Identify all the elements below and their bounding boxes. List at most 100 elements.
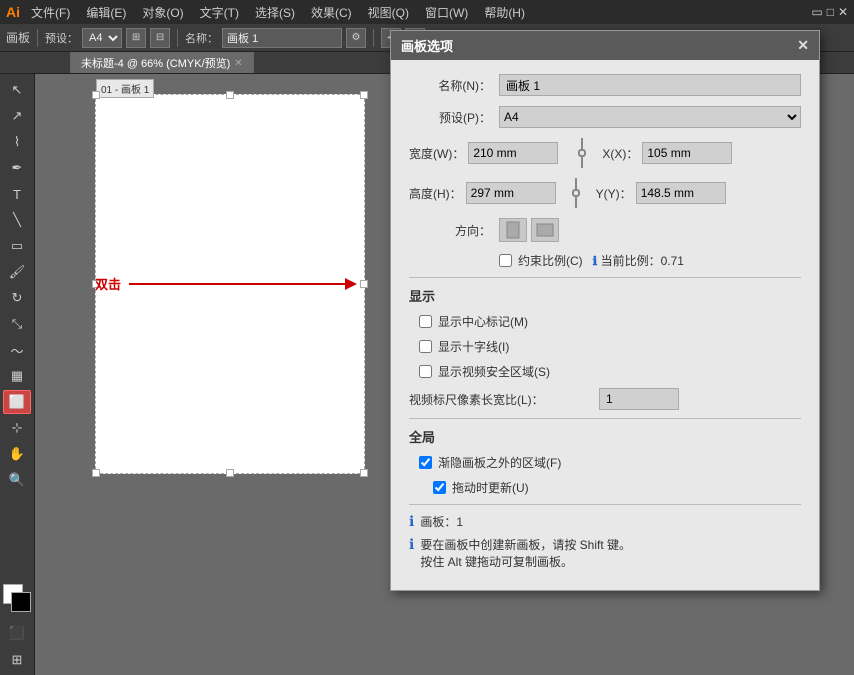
tool-line[interactable]: ╲	[3, 208, 31, 232]
handle-bottom-left[interactable]	[92, 469, 100, 477]
tool-change-screen[interactable]: ⊞	[3, 648, 31, 672]
dialog-y-field: Y(Y)：	[596, 178, 726, 208]
artboard[interactable]: 01 - 画板 1	[95, 94, 365, 474]
fade-outside-label: 渐隐画板之外的区域(F)	[438, 454, 561, 471]
dialog-y-label: Y(Y)：	[596, 185, 632, 202]
menu-window[interactable]: 窗口(W)	[422, 4, 471, 21]
tool-lasso[interactable]: ⌇	[3, 130, 31, 154]
tab-close-icon[interactable]: ✕	[234, 58, 242, 69]
dialog-x-label: X(X)：	[602, 145, 638, 162]
tool-pen[interactable]: ✒	[3, 156, 31, 180]
show-center-label: 显示中心标记(M)	[438, 313, 528, 330]
landscape-btn[interactable]	[531, 218, 559, 242]
orientation-label: 方向：	[409, 222, 499, 239]
info-icon-1: ℹ	[409, 513, 414, 530]
name-input[interactable]	[222, 28, 342, 48]
toolbar-btn-2[interactable]: ⊟	[150, 28, 170, 48]
info-text-2: 要在画板中创建新画板，请按 Shift 键。 按住 Alt 键拖动可复制画板。	[420, 536, 631, 570]
tools-panel: ↖ ↗ ⌇ ✒ T ╲ ▭ 🖌 ↻ ⤡ 〜 ▦ ⬜ ⊹ ✋ 🔍 ⬛ ⊞	[0, 74, 35, 675]
info-row-1: ℹ 画板：1	[409, 513, 801, 530]
handle-top-right[interactable]	[360, 91, 368, 99]
handle-top-left[interactable]	[92, 91, 100, 99]
show-center-checkbox[interactable]	[419, 315, 432, 328]
video-ratio-row: 视频标尺像素长宽比(L)：	[409, 388, 801, 410]
tool-graph[interactable]: ▦	[3, 364, 31, 388]
divider-3	[409, 504, 801, 505]
tool-direct-select[interactable]: ↗	[3, 104, 31, 128]
tool-rotate[interactable]: ↻	[3, 286, 31, 310]
menu-file[interactable]: 文件(F)	[28, 4, 73, 21]
dialog-height-input[interactable]	[466, 182, 556, 204]
color-swatches	[0, 580, 35, 616]
menu-edit[interactable]: 编辑(E)	[83, 4, 129, 21]
tool-zoom[interactable]: 🔍	[3, 468, 31, 492]
link-icon	[572, 138, 592, 168]
menu-effect[interactable]: 效果(C)	[308, 4, 355, 21]
dialog-preset-select[interactable]: A4	[499, 106, 801, 128]
stroke-swatch[interactable]	[11, 592, 31, 612]
handle-middle-left[interactable]	[92, 280, 100, 288]
window-close-icon[interactable]: ✕	[838, 5, 848, 19]
dialog-y-input[interactable]	[636, 182, 726, 204]
dialog-name-row: 名称(N)：	[409, 74, 801, 96]
toolbar-btn-1[interactable]: ⊞	[126, 28, 146, 48]
handle-bottom-middle[interactable]	[226, 469, 234, 477]
tool-hand[interactable]: ✋	[3, 442, 31, 466]
toolbar-separator-2	[177, 29, 178, 47]
tool-scale[interactable]: ⤡	[3, 312, 31, 336]
update-drag-row: 拖动时更新(U)	[433, 479, 801, 496]
handle-bottom-right[interactable]	[360, 469, 368, 477]
artboard-options-dialog: 画板选项 ✕ 名称(N)： 预设(P)： A4 宽度(W)：	[390, 30, 820, 591]
handle-middle-right[interactable]	[360, 280, 368, 288]
dialog-close-btn[interactable]: ✕	[797, 37, 809, 54]
menu-bar: 文件(F) 编辑(E) 对象(O) 文字(T) 选择(S) 效果(C) 视图(Q…	[28, 4, 528, 21]
tool-screen-mode[interactable]: ⬛	[3, 621, 31, 645]
document-tab[interactable]: 未标题-4 @ 66% (CMYK/预览) ✕	[70, 52, 254, 73]
dialog-title-text: 画板选项	[401, 36, 453, 55]
fill-stroke-swatches[interactable]	[3, 584, 31, 612]
show-cross-checkbox[interactable]	[419, 340, 432, 353]
show-video-label: 显示视频安全区域(S)	[438, 363, 550, 380]
tool-warp[interactable]: 〜	[3, 338, 31, 362]
window-minimize-icon[interactable]: ▭	[811, 5, 822, 19]
video-ratio-input[interactable]	[599, 388, 679, 410]
divider-1	[409, 277, 801, 278]
tool-brush[interactable]: 🖌	[3, 260, 31, 284]
tool-type[interactable]: T	[3, 182, 31, 206]
info-icon-2: ℹ	[409, 536, 414, 553]
update-drag-checkbox[interactable]	[433, 481, 446, 494]
app-logo: Ai	[6, 4, 20, 20]
dialog-title-bar: 画板选项 ✕	[391, 31, 819, 60]
dialog-x-input[interactable]	[642, 142, 732, 164]
show-cross-row: 显示十字线(I)	[419, 338, 801, 355]
constrain-checkbox[interactable]	[499, 254, 512, 267]
handle-top-middle[interactable]	[226, 91, 234, 99]
menu-type[interactable]: 文字(T)	[197, 4, 242, 21]
show-video-checkbox[interactable]	[419, 365, 432, 378]
dialog-width-input[interactable]	[468, 142, 558, 164]
dialog-height-label: 高度(H)：	[409, 185, 462, 202]
menu-help[interactable]: 帮助(H)	[481, 4, 528, 21]
menu-object[interactable]: 对象(O)	[139, 4, 186, 21]
window-maximize-icon[interactable]: □	[827, 5, 834, 19]
dialog-preset-row: 预设(P)： A4	[409, 106, 801, 128]
info-text-2-line2: 按住 Alt 键拖动可复制画板。	[420, 553, 631, 570]
dialog-x-field: X(X)：	[602, 138, 732, 168]
fade-outside-checkbox[interactable]	[419, 456, 432, 469]
ratio-value: 当前比例：0.71	[601, 254, 684, 268]
main-area: ↖ ↗ ⌇ ✒ T ╲ ▭ 🖌 ↻ ⤡ 〜 ▦ ⬜ ⊹ ✋ 🔍 ⬛ ⊞	[0, 74, 854, 675]
menu-view[interactable]: 视图(Q)	[365, 4, 412, 21]
portrait-btn[interactable]	[499, 218, 527, 242]
menu-select[interactable]: 选择(S)	[252, 4, 298, 21]
settings-btn[interactable]: ⚙	[346, 28, 366, 48]
tool-select-arrow[interactable]: ↖	[3, 78, 31, 102]
title-bar: Ai 文件(F) 编辑(E) 对象(O) 文字(T) 选择(S) 效果(C) 视…	[0, 0, 854, 24]
show-center-row: 显示中心标记(M)	[419, 313, 801, 330]
tool-slice[interactable]: ⊹	[3, 416, 31, 440]
show-cross-label: 显示十字线(I)	[438, 338, 509, 355]
preset-select[interactable]: A4	[82, 28, 122, 48]
tool-artboard[interactable]: ⬜	[3, 390, 31, 414]
dialog-name-input[interactable]	[499, 74, 801, 96]
orientation-row: 方向：	[409, 218, 801, 242]
tool-rect[interactable]: ▭	[3, 234, 31, 258]
